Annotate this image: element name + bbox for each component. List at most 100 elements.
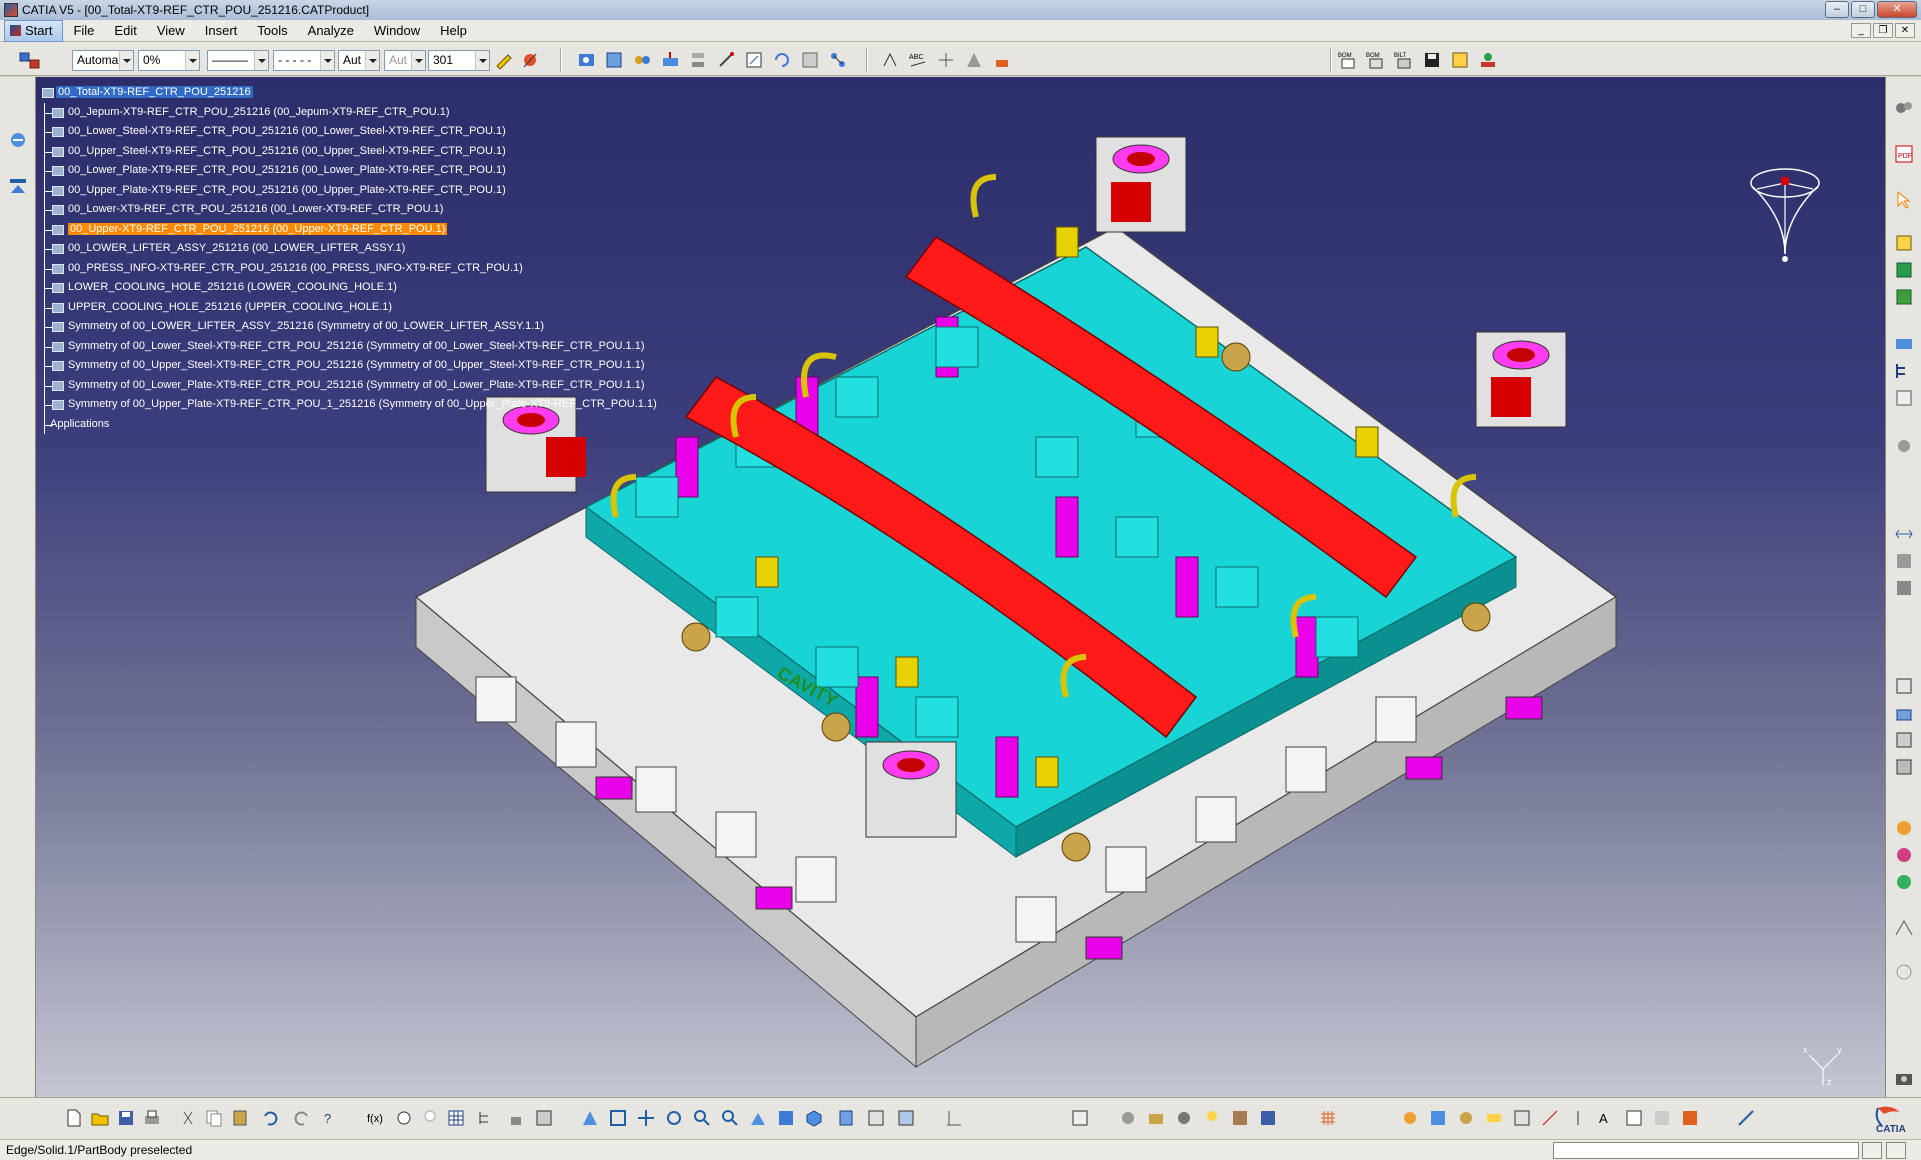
normal-view-icon[interactable]	[748, 1108, 768, 1128]
minimize-button[interactable]: –	[1825, 1, 1849, 18]
select-arrow-icon[interactable]	[1893, 189, 1915, 211]
formula-icon[interactable]: f(x)	[366, 1108, 386, 1128]
fit-all-icon[interactable]	[608, 1108, 628, 1128]
render-icon[interactable]	[1258, 1108, 1278, 1128]
generate-numbering-icon[interactable]	[1893, 387, 1915, 409]
undo-icon[interactable]	[260, 1108, 280, 1128]
plant-layout-icon[interactable]	[1070, 1108, 1090, 1128]
insert-icon[interactable]	[1456, 1108, 1476, 1128]
hide-show-icon[interactable]	[7, 175, 29, 197]
bom-icon[interactable]: BOM	[1338, 50, 1359, 70]
pdf-export-icon[interactable]: PDF	[1893, 143, 1915, 165]
lock-icon[interactable]	[506, 1108, 526, 1128]
fly-mode-icon[interactable]	[580, 1108, 600, 1128]
paste-icon[interactable]	[230, 1108, 250, 1128]
doc-minimize-button[interactable]: _	[1851, 23, 1871, 38]
properties-brush-icon[interactable]	[520, 50, 541, 70]
multi-instantiation-icon[interactable]	[1893, 435, 1915, 457]
ejector-icon[interactable]	[1428, 1108, 1448, 1128]
rotate-icon[interactable]	[664, 1108, 684, 1128]
line-type-combo[interactable]: ———	[207, 50, 269, 71]
constraint-icon[interactable]	[716, 50, 737, 70]
hide-show-bottom-icon[interactable]	[866, 1108, 886, 1128]
zoom-in-icon[interactable]	[692, 1108, 712, 1128]
snap-icon[interactable]	[660, 50, 681, 70]
tree-item[interactable]: Symmetry of 00_Lower_Steel-XT9-REF_CTR_P…	[40, 336, 657, 356]
transform-icon[interactable]	[1540, 1108, 1560, 1128]
tree-item[interactable]: Symmetry of 00_Upper_Plate-XT9-REF_CTR_P…	[40, 395, 657, 415]
knowledge-icon[interactable]	[394, 1108, 414, 1128]
tree-root[interactable]: 00_Total-XT9-REF_CTR_POU_251216	[40, 83, 657, 103]
sketcher-icon[interactable]	[1893, 675, 1915, 697]
menu-insert[interactable]: Insert	[195, 21, 248, 41]
layer-number-combo[interactable]: 301	[428, 50, 490, 71]
tree-item[interactable]: LOWER_COOLING_HOLE_251216 (LOWER_COOLING…	[40, 278, 657, 298]
light-bulb-icon[interactable]	[420, 1108, 440, 1128]
rendering-style-combo[interactable]: Aut	[384, 50, 426, 71]
print-icon[interactable]	[142, 1108, 162, 1128]
multi-view-icon[interactable]	[534, 1108, 554, 1128]
tree-item[interactable]: Symmetry of 00_LOWER_LIFTER_ASSY_251216 …	[40, 317, 657, 337]
section-icon[interactable]	[964, 50, 985, 70]
painter-icon[interactable]	[494, 50, 515, 70]
status-button-1[interactable]	[1862, 1142, 1882, 1159]
whats-this-icon[interactable]: ?	[320, 1108, 340, 1128]
tooling-icon[interactable]	[1146, 1108, 1166, 1128]
menu-help[interactable]: Help	[430, 21, 477, 41]
component-edit-icon[interactable]	[1512, 1108, 1532, 1128]
analysis-icon[interactable]	[1652, 1108, 1672, 1128]
zoom-out-icon[interactable]	[720, 1108, 740, 1128]
light-icon[interactable]	[1202, 1108, 1222, 1128]
new-part-icon[interactable]	[1893, 286, 1915, 308]
menu-window[interactable]: Window	[364, 21, 430, 41]
annotation-text-icon[interactable]: ABC	[908, 50, 929, 70]
tree-applications[interactable]: Applications	[40, 414, 657, 434]
redo-icon[interactable]	[292, 1108, 312, 1128]
catalog-icon[interactable]	[576, 50, 597, 70]
measure-icon[interactable]	[744, 50, 765, 70]
manipulation-icon[interactable]	[632, 50, 653, 70]
existing-component-icon[interactable]	[604, 50, 625, 70]
menu-analyze[interactable]: Analyze	[298, 21, 364, 41]
copy-icon[interactable]	[204, 1108, 224, 1128]
grid-snap-icon[interactable]	[944, 1108, 964, 1128]
layer-combo[interactable]: Automa	[72, 50, 134, 71]
line-weight-combo[interactable]: - - - - -	[273, 50, 335, 71]
menu-start[interactable]: Start	[4, 19, 64, 42]
tree-item[interactable]: 00_Lower-XT9-REF_CTR_POU_251216 (00_Lowe…	[40, 200, 657, 220]
maximize-button[interactable]: □	[1851, 1, 1875, 18]
tree-item[interactable]: 00_Lower_Steel-XT9-REF_CTR_POU_251216 (0…	[40, 122, 657, 142]
power-input-field[interactable]	[1553, 1142, 1859, 1159]
menu-view[interactable]: View	[147, 21, 195, 41]
part-gear-icon[interactable]	[1118, 1108, 1138, 1128]
slider-icon[interactable]	[1484, 1108, 1504, 1128]
bill-icon[interactable]	[800, 50, 821, 70]
menu-edit[interactable]: Edit	[104, 21, 146, 41]
material-icon[interactable]	[1230, 1108, 1250, 1128]
multi-view-layout-icon[interactable]	[776, 1108, 796, 1128]
point-icon[interactable]	[880, 50, 901, 70]
cooling-gear-icon[interactable]	[1400, 1108, 1420, 1128]
fix-together-icon[interactable]	[828, 50, 849, 70]
open-folder-icon[interactable]	[90, 1108, 110, 1128]
measure-between-icon[interactable]	[1893, 917, 1915, 939]
bom-list-icon[interactable]: BOM	[1366, 50, 1387, 70]
save-disk-icon[interactable]	[1422, 50, 1443, 70]
bilt-icon[interactable]: BILT	[1394, 50, 1415, 70]
mold-gear-icon[interactable]	[1174, 1108, 1194, 1128]
tree-item[interactable]: UPPER_COOLING_HOLE_251216 (UPPER_COOLING…	[40, 297, 657, 317]
shading-icon[interactable]	[836, 1108, 856, 1128]
coincidence-constraint-icon[interactable]	[1893, 523, 1915, 545]
chamfer-icon[interactable]	[1893, 844, 1915, 866]
tree-item[interactable]: 00_Lower_Plate-XT9-REF_CTR_POU_251216 (0…	[40, 161, 657, 181]
tree-item[interactable]: 00_Upper_Plate-XT9-REF_CTR_POU_251216 (0…	[40, 180, 657, 200]
pan-icon[interactable]	[636, 1108, 656, 1128]
status-button-2[interactable]	[1886, 1142, 1906, 1159]
swap-space-icon[interactable]	[896, 1108, 916, 1128]
tree-item[interactable]: 00_Upper_Steel-XT9-REF_CTR_POU_251216 (0…	[40, 141, 657, 161]
tree-item[interactable]: Symmetry of 00_Upper_Steel-XT9-REF_CTR_P…	[40, 356, 657, 376]
dimension-icon[interactable]	[1736, 1108, 1756, 1128]
tree-item[interactable]: 00_PRESS_INFO-XT9-REF_CTR_POU_251216 (00…	[40, 258, 657, 278]
pocket-icon[interactable]	[1893, 729, 1915, 751]
contact-constraint-icon[interactable]	[1893, 550, 1915, 572]
